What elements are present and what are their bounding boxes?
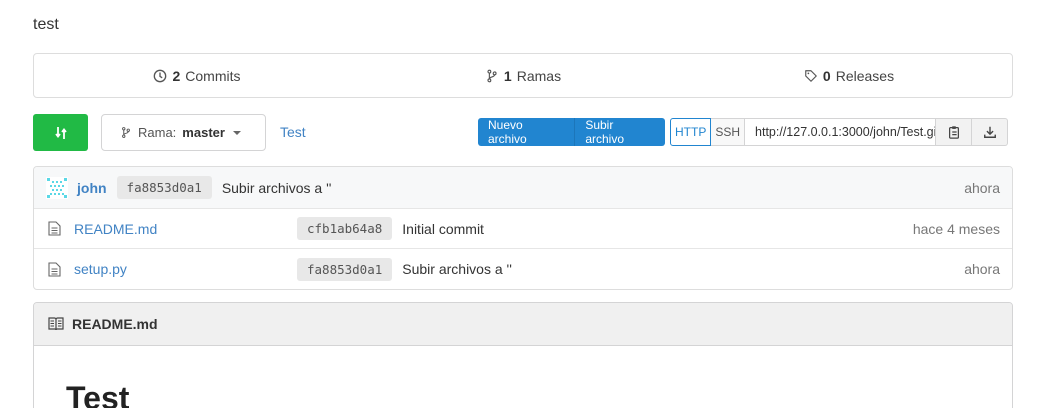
commit-message: Subir archivos a '' (221, 179, 332, 196)
file-icon (48, 261, 61, 277)
readme-content: Test (34, 380, 1012, 408)
file-name-link[interactable]: README.md (74, 221, 297, 237)
commits-label: Commits (185, 67, 241, 84)
history-icon (154, 69, 167, 82)
branch-icon (487, 69, 497, 82)
branch-icon (122, 127, 130, 138)
tag-icon (805, 69, 817, 82)
latest-commit-row: john fa8853d0a1 Subir archivos a '' ahor… (34, 167, 1012, 209)
branches-stat[interactable]: 1 Ramas (360, 68, 686, 84)
file-commit-sha[interactable]: fa8853d0a1 (297, 257, 393, 281)
avatar (46, 176, 68, 199)
branch-value: master (182, 125, 225, 140)
repo-stats-bar: 2 Commits 1 Ramas 0 Releases (33, 53, 1013, 98)
clipboard-icon (948, 126, 959, 139)
chevron-down-icon (232, 130, 241, 135)
commit-time: ahora (964, 179, 1000, 196)
commits-stat[interactable]: 2 Commits (34, 68, 360, 84)
repo-description: test (33, 16, 59, 33)
branch-dropdown[interactable]: Rama: master (101, 114, 266, 151)
clone-url-input[interactable]: http://127.0.0.1:3000/john/Test.git (745, 118, 937, 146)
file-commit-time: hace 4 meses (912, 220, 1000, 237)
branch-label: Rama: (138, 125, 177, 140)
table-row: setup.py fa8853d0a1 Subir archivos a '' … (34, 249, 1012, 289)
readme-header: README.md (34, 303, 1012, 346)
file-actions: Nuevo archivo Subir archivo (478, 118, 665, 146)
file-icon (48, 221, 61, 236)
compare-button[interactable] (33, 114, 88, 151)
releases-count: 0 (822, 67, 831, 84)
clone-ssh-button[interactable]: SSH (711, 118, 746, 146)
repo-page: test 2 Commits 1 Ramas 0 Releases Rama: … (0, 0, 1053, 408)
branches-label: Ramas (516, 67, 562, 84)
commits-count: 2 (172, 67, 181, 84)
branches-count: 1 (503, 67, 512, 84)
commit-author[interactable]: john (77, 180, 107, 196)
releases-stat[interactable]: 0 Releases (686, 68, 1012, 84)
download-icon (983, 126, 996, 138)
clone-http-button[interactable]: HTTP (670, 118, 712, 146)
copy-url-button[interactable] (936, 118, 973, 146)
file-commit-time: ahora (964, 261, 1000, 277)
commit-sha[interactable]: fa8853d0a1 (116, 176, 212, 199)
readme-panel: README.md Test (33, 302, 1013, 408)
table-row: README.md cfb1ab64a8 Initial commit hace… (34, 209, 1012, 249)
file-name-link[interactable]: setup.py (74, 261, 297, 277)
file-commit-message: Initial commit (402, 220, 484, 237)
file-commit-sha[interactable]: cfb1ab64a8 (297, 217, 393, 240)
file-commit-message: Subir archivos a '' (402, 261, 512, 277)
file-table: john fa8853d0a1 Subir archivos a '' ahor… (33, 166, 1013, 290)
readme-heading: Test (66, 380, 130, 408)
readme-filename: README.md (72, 316, 158, 332)
upload-file-button[interactable]: Subir archivo (575, 118, 665, 146)
releases-label: Releases (835, 67, 895, 84)
repo-name-link[interactable]: Test (280, 124, 306, 140)
clone-panel: HTTP SSH http://127.0.0.1:3000/john/Test… (670, 118, 1009, 146)
download-button[interactable] (972, 118, 1009, 146)
book-icon (48, 317, 64, 331)
compare-icon (54, 126, 67, 139)
new-file-button[interactable]: Nuevo archivo (478, 118, 574, 146)
